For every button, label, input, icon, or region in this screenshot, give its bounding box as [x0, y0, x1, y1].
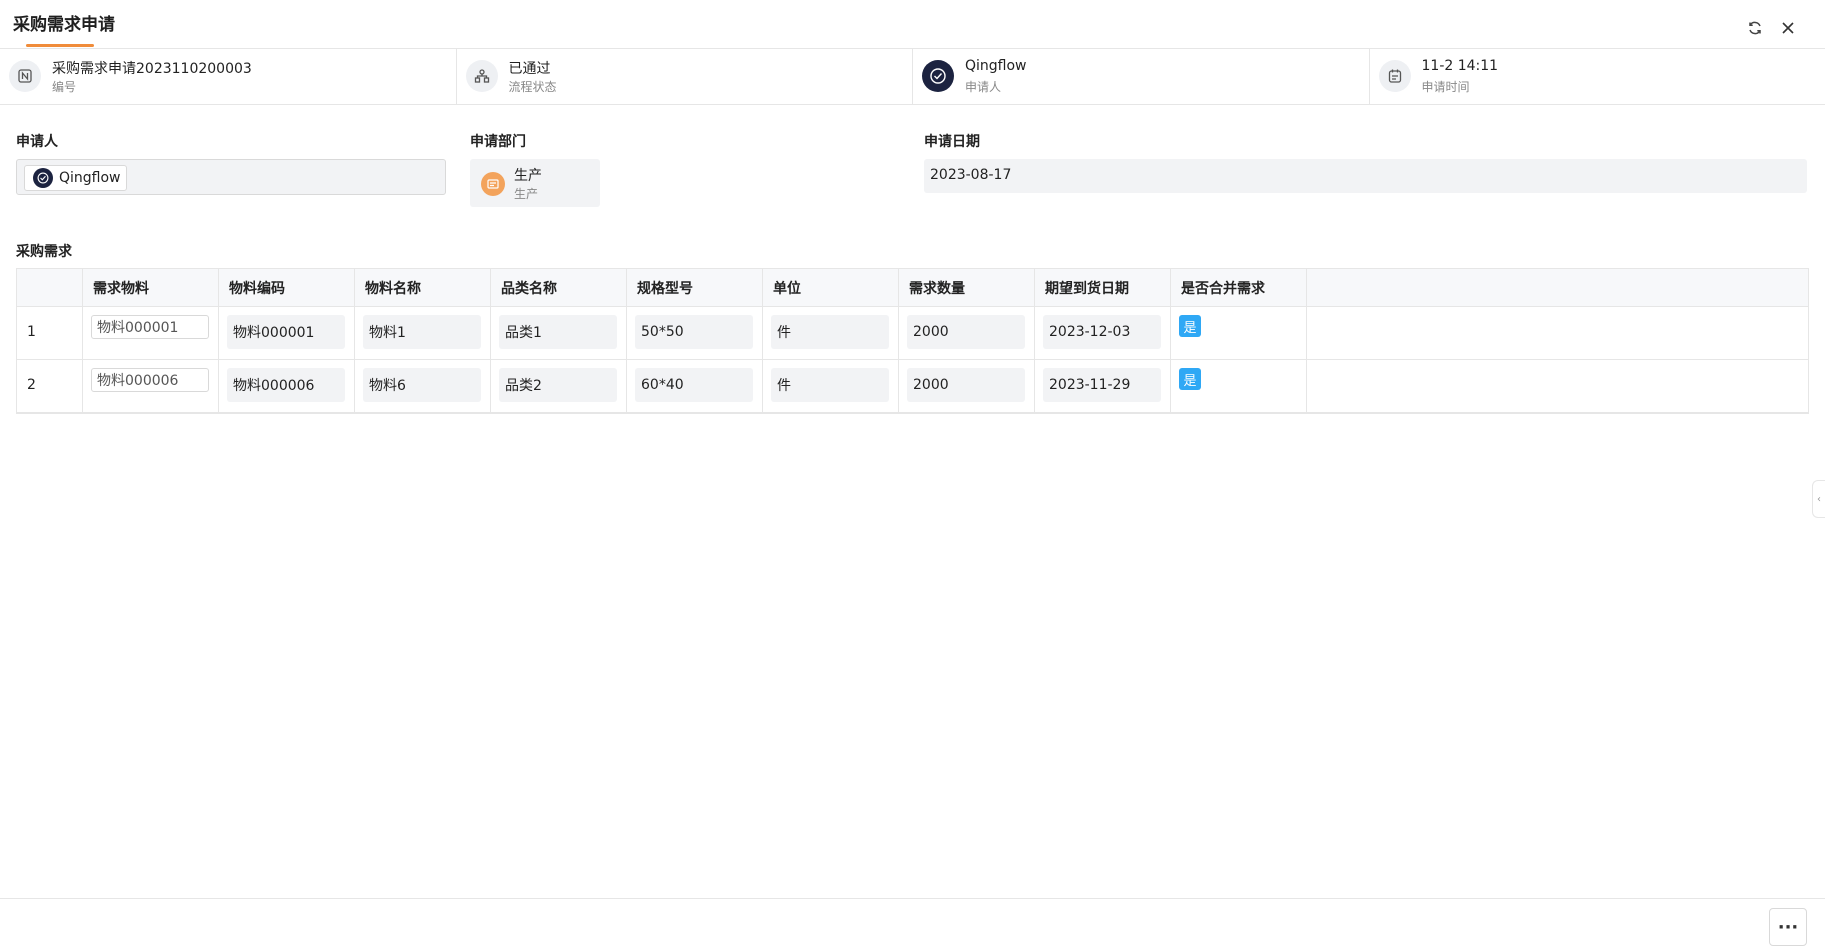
material-input[interactable]: 物料000001 — [91, 315, 209, 339]
applicant-chip[interactable]: Qingflow — [24, 165, 127, 191]
summary-status-label: 流程状态 — [509, 78, 557, 95]
date-label: 申请日期 — [924, 131, 980, 151]
material-code: 物料000001 — [227, 315, 345, 349]
category-name: 品类2 — [499, 368, 617, 402]
side-panel-toggle[interactable]: ‹ — [1812, 480, 1825, 518]
more-button[interactable]: ··· — [1769, 908, 1807, 946]
table-row: 2 物料000006 物料000006 物料6 品类2 60*40 件 2000… — [17, 360, 1808, 413]
summary-applicant: Qingflow 申请人 — [913, 49, 1370, 104]
row-index: 1 — [27, 324, 36, 340]
number-icon — [9, 60, 41, 92]
requirements-label: 采购需求 — [16, 241, 72, 261]
col-qty: 需求数量 — [899, 269, 1035, 306]
active-tab-indicator — [26, 44, 94, 47]
material-name: 物料1 — [363, 315, 481, 349]
close-icon[interactable] — [1777, 17, 1799, 39]
top-bar: 采购需求申请 — [0, 0, 1825, 49]
department-name: 生产 — [514, 165, 542, 185]
quantity: 2000 — [907, 315, 1025, 349]
user-avatar-icon — [922, 60, 954, 92]
summary-number-label: 编号 — [52, 78, 76, 95]
col-unit: 单位 — [763, 269, 899, 306]
apply-date-value: 2023-08-17 — [930, 167, 1011, 183]
department-label: 申请部门 — [470, 131, 526, 151]
page-title: 采购需求申请 — [13, 10, 115, 35]
summary-time-value: 11-2 14:11 — [1422, 58, 1499, 74]
refresh-icon[interactable] — [1744, 17, 1766, 39]
requirements-table: 需求物料 物料编码 物料名称 品类名称 规格型号 单位 需求数量 期望到货日期 … — [16, 268, 1809, 414]
material-input[interactable]: 物料000006 — [91, 368, 209, 392]
col-code: 物料编码 — [219, 269, 355, 306]
apply-date-field[interactable]: 2023-08-17 — [924, 159, 1807, 193]
department-icon — [481, 172, 505, 196]
col-merge: 是否合并需求 — [1171, 269, 1307, 306]
table-row: 1 物料000001 物料000001 物料1 品类1 50*50 件 2000… — [17, 307, 1808, 360]
col-material: 需求物料 — [83, 269, 219, 306]
col-empty — [1307, 269, 1798, 306]
spec: 60*40 — [635, 368, 753, 402]
applicant-field[interactable]: Qingflow — [16, 159, 446, 195]
summary-status: 已通过 流程状态 — [457, 49, 914, 104]
merge-badge: 是 — [1179, 315, 1201, 337]
row-index: 2 — [27, 377, 36, 393]
col-date: 期望到货日期 — [1035, 269, 1171, 306]
summary-time: 11-2 14:11 申请时间 — [1370, 49, 1825, 104]
unit: 件 — [771, 315, 889, 349]
department-field[interactable]: 生产 生产 — [470, 159, 600, 207]
summary-applicant-label: 申请人 — [965, 78, 1001, 95]
material-name: 物料6 — [363, 368, 481, 402]
summary-time-label: 申请时间 — [1422, 78, 1470, 95]
spec: 50*50 — [635, 315, 753, 349]
table-header: 需求物料 物料编码 物料名称 品类名称 规格型号 单位 需求数量 期望到货日期 … — [17, 269, 1808, 307]
category-name: 品类1 — [499, 315, 617, 349]
col-category: 品类名称 — [491, 269, 627, 306]
user-avatar-icon — [33, 168, 53, 188]
expected-date: 2023-11-29 — [1043, 368, 1161, 402]
unit: 件 — [771, 368, 889, 402]
summary-status-value: 已通过 — [509, 58, 551, 78]
footer-bar: ··· — [0, 898, 1825, 947]
summary-bar: 采购需求申请2023110200003 编号 已通过 流程状态 Qingflow… — [0, 49, 1825, 105]
summary-applicant-value: Qingflow — [965, 58, 1027, 74]
applicant-label: 申请人 — [16, 131, 58, 151]
merge-badge: 是 — [1179, 368, 1201, 390]
applicant-name: Qingflow — [59, 170, 121, 186]
summary-number-value: 采购需求申请2023110200003 — [52, 58, 252, 78]
material-code: 物料000006 — [227, 368, 345, 402]
quantity: 2000 — [907, 368, 1025, 402]
col-index — [17, 269, 83, 306]
workflow-icon — [466, 60, 498, 92]
summary-number: 采购需求申请2023110200003 编号 — [0, 49, 457, 104]
col-spec: 规格型号 — [627, 269, 763, 306]
calendar-icon — [1379, 60, 1411, 92]
department-sub: 生产 — [514, 185, 538, 202]
col-name: 物料名称 — [355, 269, 491, 306]
expected-date: 2023-12-03 — [1043, 315, 1161, 349]
